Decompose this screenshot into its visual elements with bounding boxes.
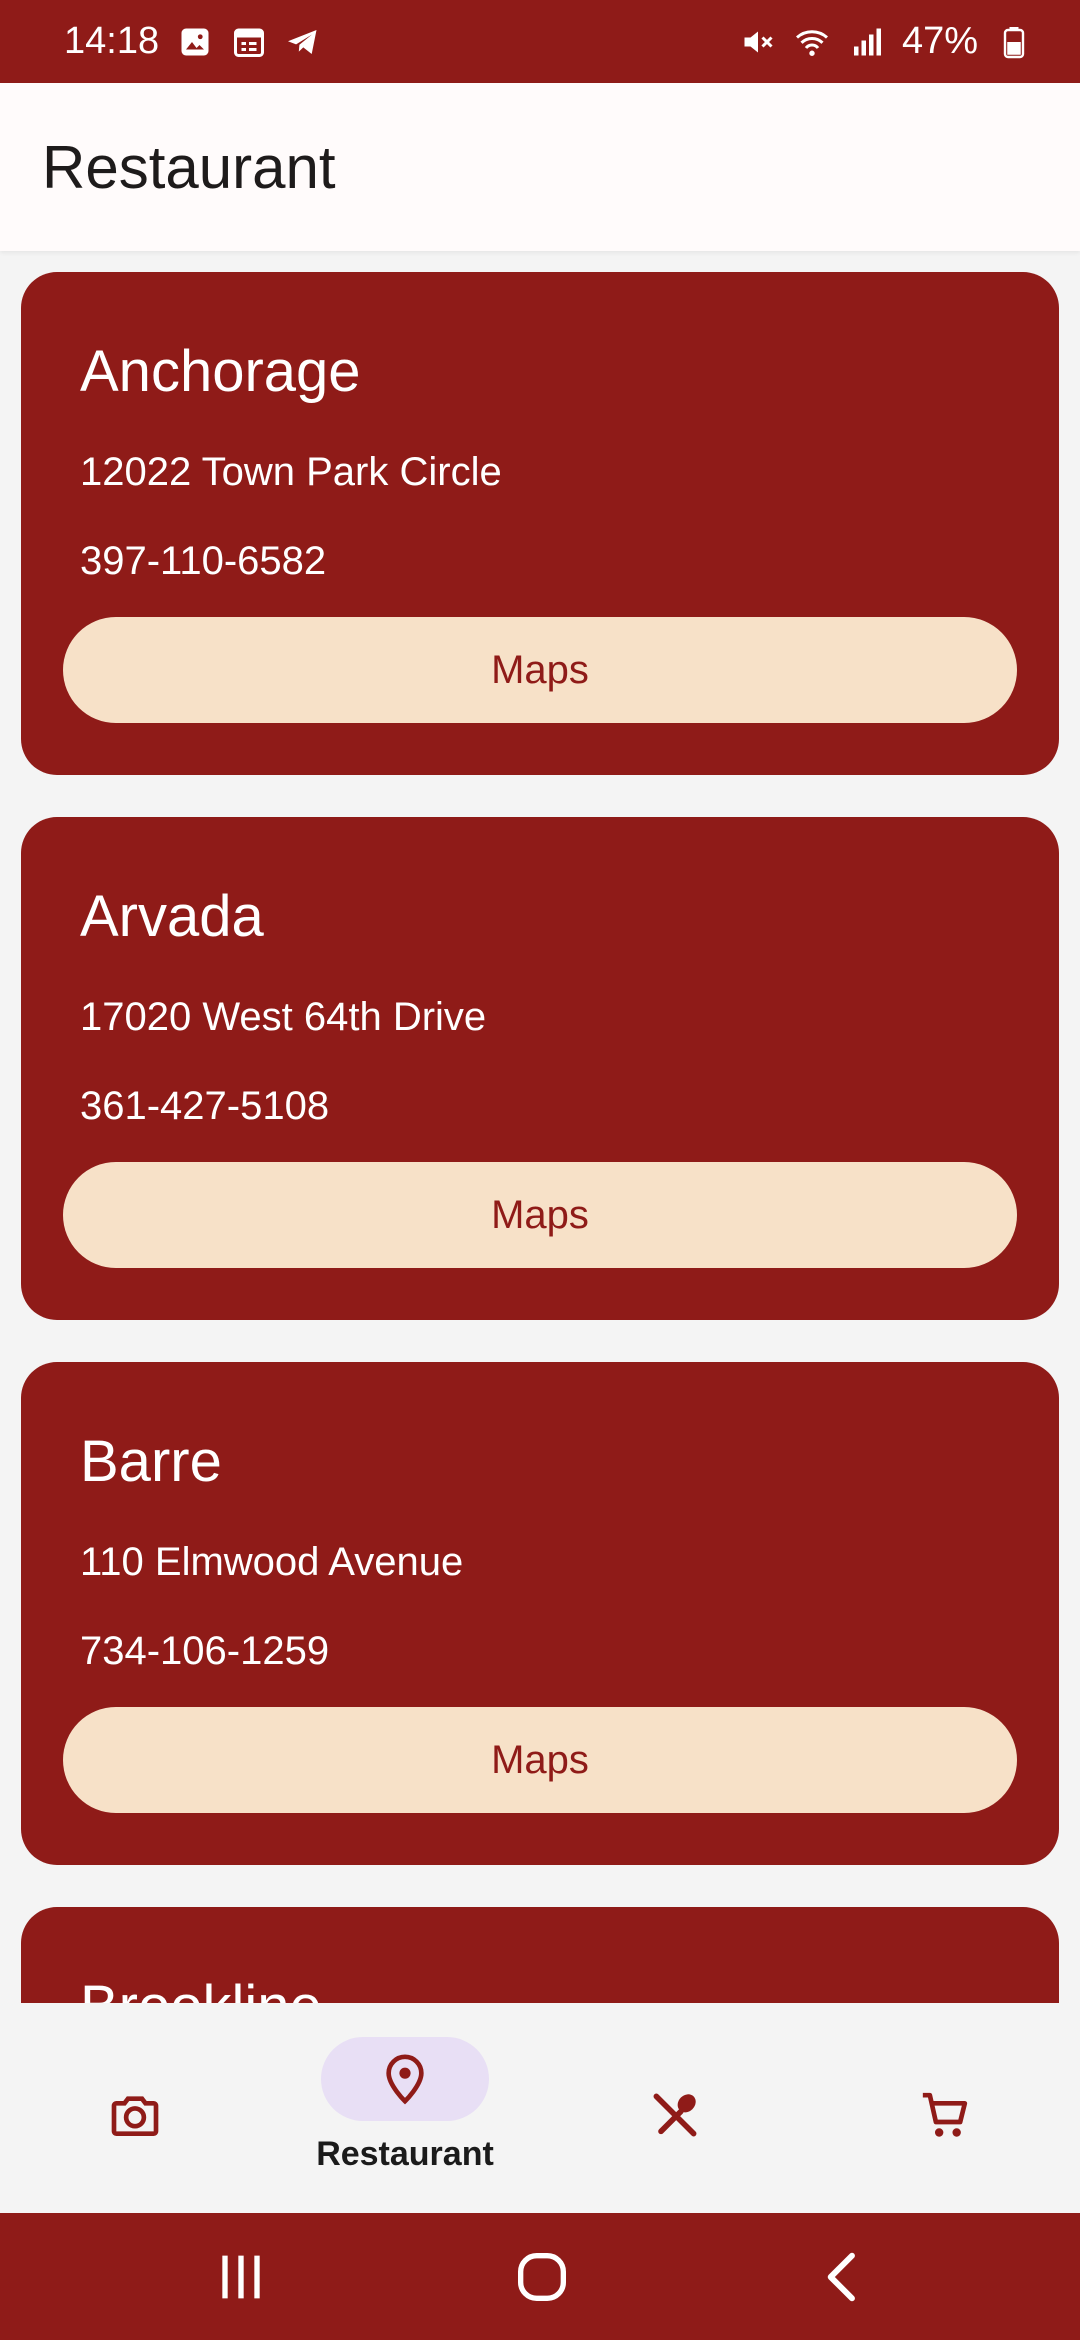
system-navigation-bar: [0, 2213, 1080, 2340]
home-icon: [518, 2253, 566, 2301]
battery-icon: [996, 24, 1032, 60]
telegram-icon: [285, 24, 321, 60]
bottom-navigation: Restaurant: [0, 2003, 1080, 2213]
calendar-icon: [231, 24, 267, 60]
battery-percent: 47%: [901, 20, 978, 62]
nav-item-menu[interactable]: [540, 2003, 810, 2213]
maps-button[interactable]: Maps: [63, 617, 1017, 723]
nav-label-restaurant: Restaurant: [316, 2135, 494, 2173]
restaurant-city: Barre: [80, 1429, 222, 1494]
nav-item-restaurant[interactable]: Restaurant: [270, 2003, 540, 2213]
restaurant-card-barre: Barre 110 Elmwood Avenue 734-106-1259 Ma…: [21, 1362, 1059, 1865]
restaurant-phone: 361-427-5108: [80, 1084, 330, 1128]
restaurant-phone: 734-106-1259: [80, 1629, 330, 1673]
restaurant-city: Anchorage: [80, 339, 361, 404]
recents-icon: [222, 2255, 260, 2299]
restaurant-address: 12022 Town Park Circle: [80, 450, 502, 494]
wifi-icon: [794, 24, 830, 60]
restaurant-city: Arvada: [80, 884, 264, 949]
camera-icon: [111, 2096, 159, 2136]
restaurant-list[interactable]: Anchorage 12022 Town Park Circle 397-110…: [0, 251, 1080, 2003]
nav-item-cart[interactable]: [810, 2003, 1080, 2213]
back-icon: [827, 2252, 855, 2302]
restaurant-card-brookline: Brookline: [21, 1907, 1059, 2003]
status-bar: 14:18 47%: [0, 0, 1080, 83]
restaurant-card-arvada: Arvada 17020 West 64th Drive 361-427-510…: [21, 817, 1059, 1320]
maps-button[interactable]: Maps: [63, 1162, 1017, 1268]
status-left: 14:18: [64, 20, 321, 63]
image-icon: [177, 24, 213, 60]
nav-active-indicator: [321, 2037, 489, 2121]
signal-icon: [848, 24, 884, 60]
nav-icon-container: [861, 2073, 1029, 2157]
maps-button[interactable]: Maps: [63, 1707, 1017, 1813]
status-right: 47%: [740, 20, 1032, 63]
nav-icon-container: [591, 2073, 759, 2157]
nav-item-camera[interactable]: [0, 2003, 270, 2213]
location-pin-icon: [386, 2054, 424, 2105]
mute-icon: [740, 24, 776, 60]
app-bar: Restaurant: [0, 83, 1080, 251]
fork-spoon-icon: [653, 2093, 697, 2137]
recents-button[interactable]: [209, 2245, 273, 2309]
nav-icon-container: [51, 2073, 219, 2157]
home-button[interactable]: [510, 2245, 574, 2309]
restaurant-city: Brookline: [80, 1973, 322, 2003]
cart-icon: [922, 2092, 968, 2137]
status-time: 14:18: [64, 20, 160, 62]
restaurant-address: 17020 West 64th Drive: [80, 995, 487, 1039]
page-title: Restaurant: [42, 133, 336, 201]
back-button[interactable]: [812, 2245, 876, 2309]
restaurant-card-anchorage: Anchorage 12022 Town Park Circle 397-110…: [21, 272, 1059, 775]
restaurant-phone: 397-110-6582: [80, 539, 327, 583]
restaurant-address: 110 Elmwood Avenue: [80, 1540, 464, 1584]
